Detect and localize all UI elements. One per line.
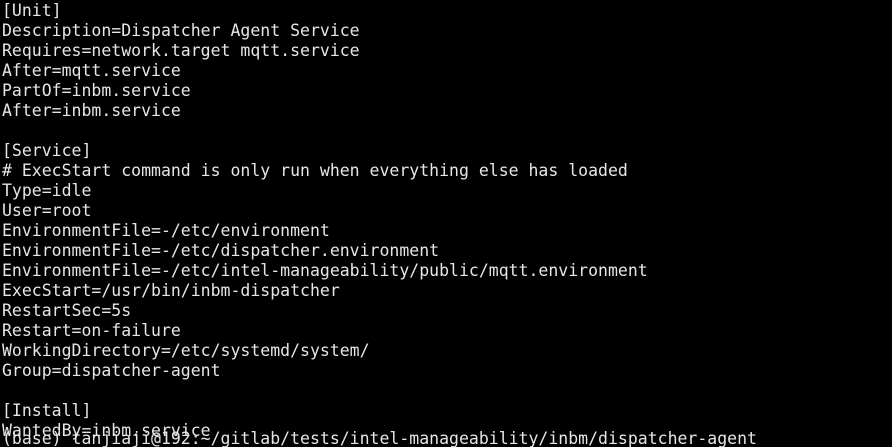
terminal-line: WorkingDirectory=/etc/systemd/system/ — [2, 341, 370, 360]
terminal-line: Restart=on-failure — [2, 321, 181, 340]
terminal-prompt-line: (base) tanjiaji@192:~/gitlab/tests/intel… — [2, 429, 892, 447]
terminal-line: # ExecStart command is only run when eve… — [2, 161, 628, 180]
terminal-line: PartOf=inbm.service — [2, 81, 191, 100]
terminal-line: RestartSec=5s — [2, 301, 132, 320]
terminal-output[interactable]: [Unit] Description=Dispatcher Agent Serv… — [0, 0, 892, 447]
terminal-line: [Service] — [2, 141, 92, 160]
terminal-line: [Install] — [2, 401, 92, 420]
terminal-line: Type=idle — [2, 181, 92, 200]
terminal-line: Description=Dispatcher Agent Service — [2, 21, 360, 40]
terminal-line: EnvironmentFile=-/etc/dispatcher.environ… — [2, 241, 440, 260]
terminal-line: After=inbm.service — [2, 101, 181, 120]
terminal-line: [Unit] — [2, 1, 62, 20]
terminal-line: After=mqtt.service — [2, 61, 181, 80]
terminal-line: ExecStart=/usr/bin/inbm-dispatcher — [2, 281, 340, 300]
terminal-line: User=root — [2, 201, 92, 220]
terminal-line: EnvironmentFile=-/etc/environment — [2, 221, 330, 240]
terminal-line: EnvironmentFile=-/etc/intel-manageabilit… — [2, 261, 648, 280]
shell-prompt: (base) tanjiaji@192:~/gitlab/tests/intel… — [2, 429, 757, 447]
terminal-line: Group=dispatcher-agent — [2, 361, 221, 380]
terminal-line: Requires=network.target mqtt.service — [2, 41, 360, 60]
